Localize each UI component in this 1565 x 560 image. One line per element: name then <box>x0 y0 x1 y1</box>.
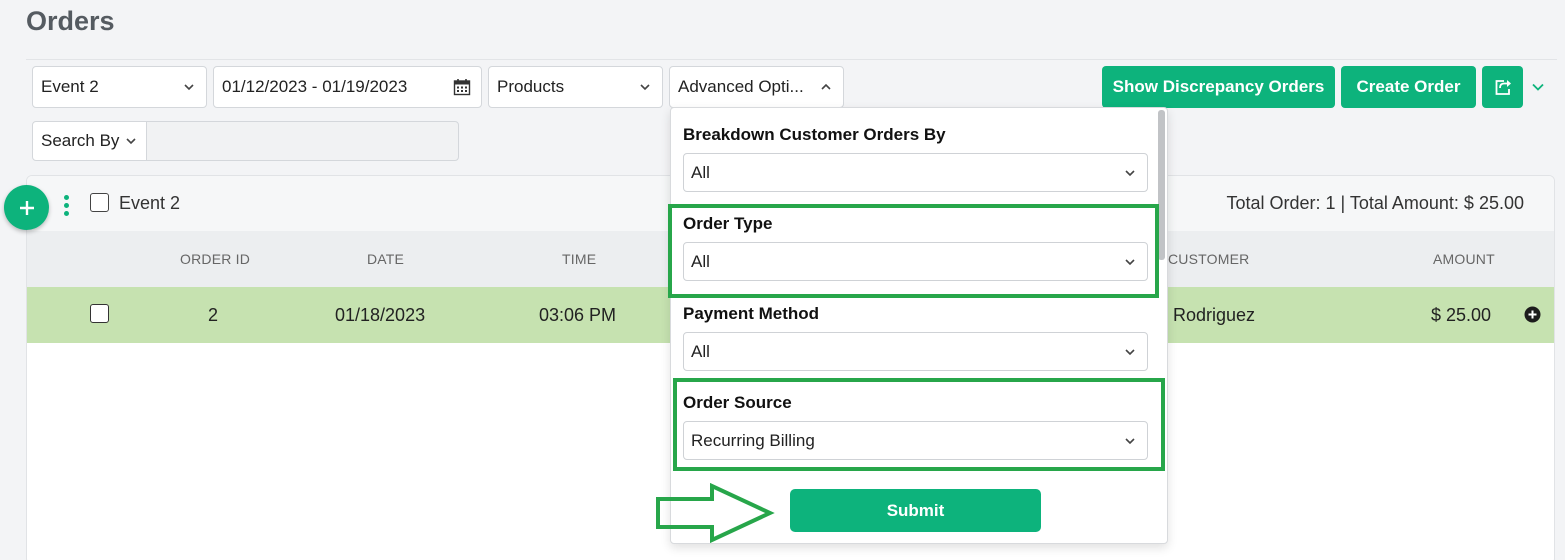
products-select[interactable]: Products <box>488 66 663 108</box>
chevron-down-icon <box>124 134 138 148</box>
group-checkbox[interactable] <box>90 193 109 212</box>
calendar-icon[interactable] <box>453 78 471 96</box>
cell-amount: $ 25.00 <box>1431 305 1492 325</box>
highlight-order-source <box>673 378 1165 471</box>
products-select-value: Products <box>497 77 565 96</box>
date-range-input[interactable]: 01/12/2023 - 01/19/2023 <box>213 66 482 108</box>
payment-method-label: Payment Method <box>683 304 820 323</box>
group-totals: Total Order: 1 | Total Amount: $ 25.00 <box>1226 193 1524 213</box>
event-select-value: Event 2 <box>41 77 99 96</box>
annotation-arrow-icon <box>655 482 775 544</box>
breakdown-select[interactable]: All <box>683 153 1148 192</box>
breakdown-label: Breakdown Customer Orders By <box>683 125 946 144</box>
search-by-select[interactable]: Search By <box>32 121 147 161</box>
chevron-up-icon <box>819 80 833 94</box>
col-customer[interactable]: CUSTOMER <box>1168 251 1249 267</box>
advanced-options-toggle[interactable]: Advanced Opti... <box>669 66 844 108</box>
chevron-down-icon <box>1123 166 1137 180</box>
cell-time: 03:06 PM <box>539 305 617 325</box>
search-input[interactable] <box>146 121 459 161</box>
advanced-options-panel: Breakdown Customer Orders By All Order T… <box>670 107 1168 544</box>
col-order-id[interactable]: ORDER ID <box>180 251 250 267</box>
scrollbar[interactable] <box>1158 110 1165 260</box>
col-amount[interactable]: AMOUNT <box>1433 251 1495 267</box>
payment-method-select[interactable]: All <box>683 332 1148 371</box>
more-options-icon[interactable] <box>63 195 71 217</box>
highlight-order-type <box>668 204 1159 298</box>
add-icon[interactable] <box>4 185 49 230</box>
col-time[interactable]: TIME <box>562 251 596 267</box>
page-title: Orders <box>26 6 115 36</box>
breakdown-value: All <box>691 162 710 182</box>
share-icon <box>1494 78 1512 96</box>
advanced-options-label: Advanced Opti... <box>678 77 804 96</box>
chevron-down-icon <box>1123 345 1137 359</box>
col-date[interactable]: DATE <box>367 251 404 267</box>
expand-row-icon[interactable] <box>1524 306 1541 323</box>
chevron-down-icon <box>182 80 196 94</box>
event-select[interactable]: Event 2 <box>32 66 207 108</box>
group-name: Event 2 <box>119 193 181 213</box>
export-button[interactable] <box>1482 66 1523 108</box>
cell-date: 01/18/2023 <box>335 305 426 325</box>
date-range-value: 01/12/2023 - 01/19/2023 <box>222 77 408 96</box>
cell-order-id: 2 <box>208 305 219 325</box>
search-by-label: Search By <box>41 131 120 150</box>
payment-method-value: All <box>691 341 710 361</box>
divider <box>26 59 1557 60</box>
show-discrepancy-orders-button[interactable]: Show Discrepancy Orders <box>1102 66 1335 108</box>
export-chevron-icon[interactable] <box>1531 80 1545 94</box>
row-checkbox[interactable] <box>90 304 109 323</box>
chevron-down-icon <box>638 80 652 94</box>
submit-button[interactable]: Submit <box>790 489 1041 532</box>
create-order-button[interactable]: Create Order <box>1341 66 1476 108</box>
